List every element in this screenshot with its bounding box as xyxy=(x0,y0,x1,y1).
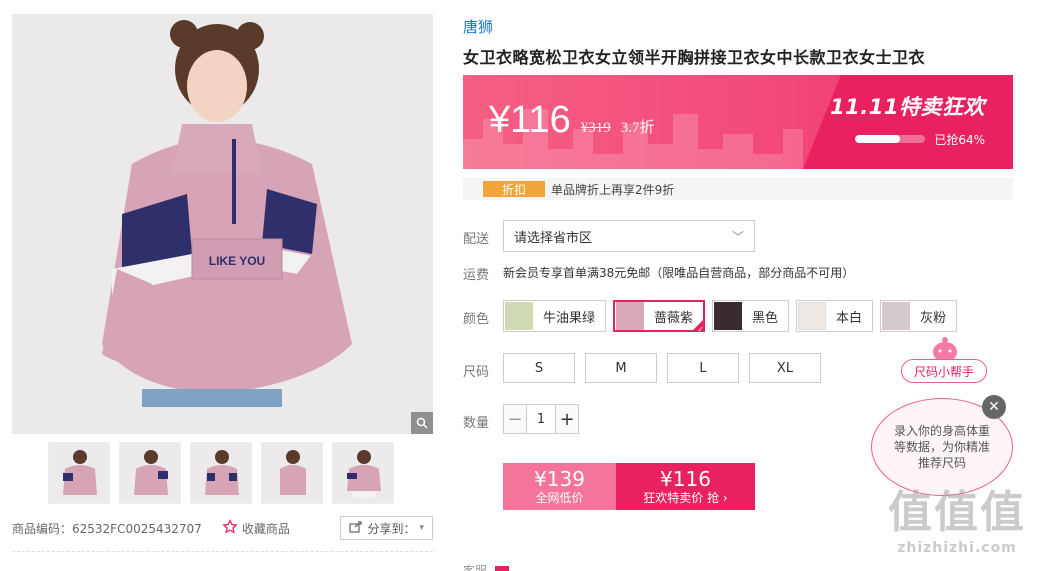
divider xyxy=(12,551,433,552)
chevron-down-icon: ﹀ xyxy=(731,229,744,244)
chevron-down-icon: ▾ xyxy=(419,523,424,533)
star-icon xyxy=(222,518,238,538)
quantity-label: 数量 xyxy=(463,416,490,431)
size-option-m[interactable]: M xyxy=(585,353,657,383)
price-group: ¥116 ¥319 3.7折 xyxy=(489,99,654,142)
color-option-label: 黑色 xyxy=(752,310,779,326)
sold-progress-bar xyxy=(855,135,925,143)
buy-buttons: ¥139 全网低价 ¥116 狂欢特卖价 抢 › xyxy=(503,463,755,510)
color-thumbnail xyxy=(798,302,827,330)
favorite-button[interactable]: 收藏商品 xyxy=(222,518,290,538)
customer-service-label: 客服 xyxy=(463,564,488,571)
shipping-label: 运费 xyxy=(463,268,490,283)
discount-text: 单品牌折上再享2件9折 xyxy=(551,182,675,197)
color-option-label: 牛油果绿 xyxy=(543,310,596,326)
size-helper-button[interactable]: 尺码小帮手 xyxy=(901,359,988,383)
watermark: 值值值 zhizhizhi.com xyxy=(882,486,1032,566)
product-title: 女卫衣略宽松卫衣女立领半开胸拼接卫衣女中长款卫衣女士卫衣 xyxy=(463,48,926,67)
service-icon xyxy=(495,566,510,571)
sku-code: 商品编码：62532FC0025432707 xyxy=(12,521,202,536)
favorite-label: 收藏商品 xyxy=(241,521,290,536)
buy-now-button[interactable]: ¥116 狂欢特卖价 抢 › xyxy=(616,463,755,510)
color-option-label: 本白 xyxy=(836,310,863,326)
color-option-black[interactable]: 黑色 xyxy=(712,300,790,332)
shipping-text: 新会员专享首单满38元免邮（限唯品自营商品，部分商品不可用） xyxy=(503,266,855,280)
size-option-s[interactable]: S xyxy=(503,353,575,383)
lowest-price: ¥139 xyxy=(534,466,585,491)
color-option-avocado[interactable]: 牛油果绿 xyxy=(503,300,607,332)
thumbnail-3[interactable] xyxy=(190,442,252,504)
close-icon[interactable]: ✕ xyxy=(982,395,1006,419)
thumbnail-4[interactable] xyxy=(261,442,323,504)
size-label: 尺码 xyxy=(463,365,490,380)
color-thumbnail xyxy=(714,302,743,330)
lowest-price-button[interactable]: ¥139 全网低价 xyxy=(503,463,616,510)
price-banner: ¥116 ¥319 3.7折 11.11特卖狂欢 已抢64% xyxy=(463,75,1013,169)
sweatshirt-print-text: LIKE YOU xyxy=(209,254,265,268)
zoom-icon[interactable] xyxy=(411,412,433,434)
region-select[interactable]: 请选择省市区 ﹀ xyxy=(503,220,755,252)
color-option-label: 蔷薇紫 xyxy=(654,310,694,326)
color-option-grey-pink[interactable]: 灰粉 xyxy=(880,300,958,332)
footer-row: 客服 xyxy=(463,562,510,571)
size-option-l[interactable]: L xyxy=(667,353,739,383)
region-placeholder: 请选择省市区 xyxy=(514,230,593,246)
sale-price-label: 狂欢特卖价 抢 › xyxy=(643,490,728,505)
brand-link[interactable]: 唐狮 xyxy=(463,16,493,37)
quantity-increase-button[interactable]: + xyxy=(556,405,578,433)
thumbnail-5[interactable] xyxy=(332,442,394,504)
lowest-price-label: 全网低价 xyxy=(535,490,584,505)
watermark-logo: 值值值 xyxy=(888,487,1026,538)
sold-percent: 已抢64% xyxy=(934,133,985,147)
original-price: ¥319 xyxy=(580,120,611,136)
color-option-label: 灰粉 xyxy=(920,310,947,326)
sale-price: ¥116 xyxy=(660,466,711,491)
current-price: ¥116 xyxy=(489,99,571,141)
quantity-stepper: − 1 + xyxy=(503,404,579,434)
thumbnail-2[interactable] xyxy=(119,442,181,504)
promo-title: 11.11特卖狂欢 xyxy=(830,95,985,119)
color-thumbnail xyxy=(882,302,911,330)
quantity-decrease-button[interactable]: − xyxy=(504,405,526,433)
discount-row: 折扣 单品牌折上再享2件9折 xyxy=(463,178,1013,200)
size-option-xl[interactable]: XL xyxy=(749,353,821,383)
thumbnail-strip xyxy=(48,442,394,504)
quantity-value[interactable]: 1 xyxy=(526,405,556,433)
share-label: 分享到： xyxy=(367,521,416,536)
delivery-label: 配送 xyxy=(463,232,490,247)
thumbnail-1[interactable] xyxy=(48,442,110,504)
color-option-rose-purple[interactable]: 蔷薇紫 xyxy=(613,300,706,332)
share-icon xyxy=(349,520,363,536)
color-thumbnail xyxy=(505,302,533,330)
size-options: S M L XL xyxy=(503,353,821,383)
color-label: 颜色 xyxy=(463,312,490,327)
share-button[interactable]: 分享到： ▾ xyxy=(340,516,433,540)
discount-tag: 折扣 xyxy=(483,181,545,197)
color-thumbnail xyxy=(616,302,645,330)
discount-rate: 3.7折 xyxy=(620,120,655,136)
watermark-url: zhizhizhi.com xyxy=(897,540,1017,556)
promo-panel: 11.11特卖狂欢 已抢64% xyxy=(803,75,1013,169)
main-product-image[interactable]: LIKE YOU xyxy=(12,14,433,434)
color-options: 牛油果绿 蔷薇紫 黑色 本白 灰粉 xyxy=(503,300,958,332)
product-meta-row: 商品编码：62532FC0025432707 收藏商品 分享到： ▾ xyxy=(12,516,433,540)
size-helper-tip-text: 录入你的身高体重等数据，为你精准推荐尺码 xyxy=(893,424,990,470)
color-option-off-white[interactable]: 本白 xyxy=(796,300,874,332)
